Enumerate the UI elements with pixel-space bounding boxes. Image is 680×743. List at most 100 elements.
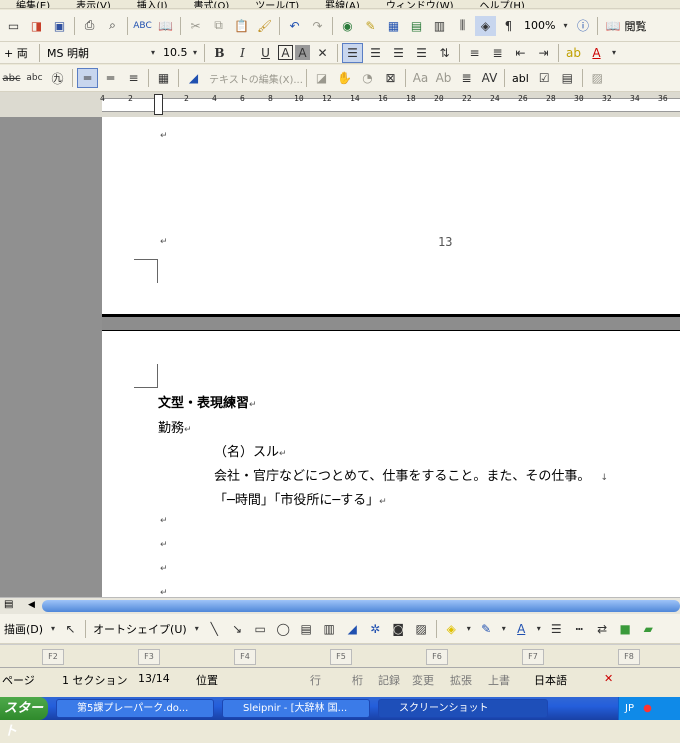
horizontal-scrollbar[interactable]: ▤ ◀ bbox=[0, 597, 680, 614]
line-spacing-icon[interactable]: ⇅ bbox=[434, 43, 455, 63]
indent-marker-icon[interactable] bbox=[154, 94, 163, 115]
phonetic-guide-icon[interactable]: ✕ bbox=[312, 43, 333, 63]
oval-tool-icon[interactable]: ◯ bbox=[273, 619, 294, 639]
text-field-label[interactable]: abl bbox=[508, 70, 533, 87]
font-size-select[interactable]: 10.5 bbox=[159, 44, 189, 61]
decrease-indent-icon[interactable]: ⇤ bbox=[510, 43, 531, 63]
fkey-f5[interactable]: F5 bbox=[330, 649, 352, 665]
status-ext[interactable]: 拡張 bbox=[450, 672, 472, 688]
line-color-icon[interactable]: ✎ bbox=[476, 619, 497, 639]
char-border-button[interactable]: A bbox=[278, 45, 293, 60]
chevron-down-icon[interactable]: ▾ bbox=[464, 619, 474, 639]
bullets-icon[interactable]: ≣ bbox=[487, 43, 508, 63]
align-right-icon[interactable]: ☰ bbox=[388, 43, 409, 63]
form-shading-icon[interactable]: ▨ bbox=[587, 68, 608, 88]
document-canvas[interactable]: ↵ ↵ 13 文型・表現練習↵ 勤務↵ （名）スル↵ 会社・官庁などにつとめて、… bbox=[0, 117, 680, 598]
research-icon[interactable]: 📖 bbox=[155, 16, 176, 36]
fill-color-icon[interactable]: ◈ bbox=[441, 619, 462, 639]
form-icon[interactable]: ▤ bbox=[557, 68, 578, 88]
textbox-tool-icon[interactable]: ▤ bbox=[296, 619, 317, 639]
reading-layout-icon[interactable]: 📖 bbox=[602, 16, 623, 36]
enclose-char-icon[interactable]: ㊈ bbox=[47, 68, 68, 88]
format-wordart-icon[interactable]: ✋ bbox=[334, 68, 355, 88]
picture-icon[interactable]: ▨ bbox=[411, 619, 432, 639]
task-sleipnir[interactable]: Sleipnir - [大辞林 国... bbox=[222, 699, 370, 718]
clipart-icon[interactable]: ◙ bbox=[388, 619, 409, 639]
rectangle-tool-icon[interactable]: ▭ bbox=[250, 619, 271, 639]
text-wrap-icon[interactable]: ⊠ bbox=[380, 68, 401, 88]
menu-format[interactable]: 書式(O) bbox=[194, 0, 230, 9]
columns-icon[interactable]: ▥ bbox=[429, 16, 450, 36]
wordart-icon[interactable]: ◢ bbox=[183, 68, 204, 88]
format-painter-icon[interactable]: 🖌 bbox=[254, 16, 275, 36]
strikethrough-icon[interactable]: abc bbox=[1, 68, 22, 88]
help-icon[interactable]: ⓘ bbox=[572, 16, 593, 36]
paste-icon[interactable]: 📋 bbox=[231, 16, 252, 36]
open-icon[interactable]: ◨ bbox=[26, 16, 47, 36]
chevron-down-icon[interactable]: ▾ bbox=[609, 43, 619, 63]
menu-help[interactable]: ヘルプ(H) bbox=[480, 0, 525, 9]
menu-table[interactable]: 罫線(A) bbox=[325, 0, 360, 9]
draw-menu[interactable]: 描画(D) bbox=[0, 620, 47, 637]
wordart-same-height-icon[interactable]: Aa bbox=[410, 68, 431, 88]
chevron-down-icon[interactable]: ▾ bbox=[48, 619, 58, 639]
wordart-shape-icon[interactable]: ◔ bbox=[357, 68, 378, 88]
chevron-down-icon[interactable]: ▾ bbox=[192, 619, 202, 639]
spelling-icon[interactable]: ABC bbox=[132, 16, 153, 36]
bold-button[interactable]: B bbox=[209, 43, 230, 63]
page-previous[interactable]: ↵ ↵ 13 bbox=[102, 117, 680, 317]
status-ovr[interactable]: 上書 bbox=[488, 672, 510, 688]
underline-button[interactable]: U bbox=[255, 43, 276, 63]
scroll-left-icon[interactable]: ◀ bbox=[28, 600, 35, 610]
chevron-down-icon[interactable]: ▾ bbox=[560, 16, 570, 36]
wordart-gallery-icon[interactable]: ◪ bbox=[311, 68, 332, 88]
chevron-down-icon[interactable]: ▾ bbox=[499, 619, 509, 639]
style-select[interactable]: + 両 bbox=[0, 44, 36, 61]
task-word-document[interactable]: 第5課プレーパーク.do... bbox=[56, 699, 214, 718]
checkbox-icon[interactable]: ☑ bbox=[534, 68, 555, 88]
italic-button[interactable]: I bbox=[232, 43, 253, 63]
textbox-edit-label[interactable]: テキストの編集(X)... bbox=[205, 70, 303, 87]
insert-excel-icon[interactable]: ▤ bbox=[406, 16, 427, 36]
start-button[interactable]: スタート bbox=[0, 697, 48, 739]
document-map-icon[interactable]: ◈ bbox=[475, 15, 496, 36]
view-mode-icon[interactable]: ▤ bbox=[4, 599, 13, 610]
line-weight-icon[interactable]: ☰ bbox=[546, 619, 567, 639]
horizontal-ruler[interactable]: 4 2 2 4 6 8 10 12 14 16 18 20 22 24 26 2… bbox=[0, 92, 680, 117]
show-hide-icon[interactable]: ¶ bbox=[498, 16, 519, 36]
scrollbar-thumb[interactable] bbox=[42, 600, 680, 612]
line-style-icon[interactable]: ═ bbox=[77, 68, 98, 88]
print-icon[interactable]: ⎙ bbox=[79, 16, 100, 36]
copy-icon[interactable]: ⧉ bbox=[208, 16, 229, 36]
wordart-insert-icon[interactable]: ◢ bbox=[342, 619, 363, 639]
select-objects-icon[interactable]: ↖ bbox=[60, 619, 81, 639]
line-tool-icon[interactable]: ╲ bbox=[204, 619, 225, 639]
line-triple-icon[interactable]: ≡ bbox=[123, 68, 144, 88]
undo-icon[interactable]: ↶ bbox=[284, 16, 305, 36]
fkey-f7[interactable]: F7 bbox=[522, 649, 544, 665]
line-double-icon[interactable]: ═ bbox=[100, 68, 121, 88]
char-shade-button[interactable]: A bbox=[295, 45, 310, 60]
font-color-button[interactable]: A bbox=[586, 43, 607, 63]
fkey-f4[interactable]: F4 bbox=[234, 649, 256, 665]
increase-indent-icon[interactable]: ⇥ bbox=[533, 43, 554, 63]
vertical-textbox-icon[interactable]: ▥ bbox=[319, 619, 340, 639]
font-name-select[interactable]: MS 明朝 bbox=[43, 44, 147, 61]
arrow-tool-icon[interactable]: ↘ bbox=[227, 619, 248, 639]
chevron-down-icon[interactable]: ▾ bbox=[534, 619, 544, 639]
status-rec[interactable]: 記録 bbox=[378, 672, 400, 688]
menu-view[interactable]: 表示(V) bbox=[76, 0, 111, 9]
char-spacing-icon[interactable]: AV bbox=[479, 68, 500, 88]
zoom-select[interactable]: 100% bbox=[520, 17, 559, 34]
align-center-icon[interactable]: ☰ bbox=[365, 43, 386, 63]
menu-tools[interactable]: ツール(T) bbox=[255, 0, 299, 9]
page-current[interactable]: 文型・表現練習↵ 勤務↵ （名）スル↵ 会社・官庁などにつとめて、仕事をすること… bbox=[102, 330, 680, 598]
reading-layout-label[interactable]: 閲覧 bbox=[624, 18, 646, 34]
menu-edit[interactable]: 編集(E) bbox=[16, 0, 50, 9]
status-trk[interactable]: 変更 bbox=[412, 672, 434, 688]
fkey-f3[interactable]: F3 bbox=[138, 649, 160, 665]
chevron-down-icon[interactable]: ▾ bbox=[190, 43, 200, 63]
tray-language[interactable]: JP bbox=[625, 703, 634, 714]
3d-style-icon[interactable]: ▰ bbox=[638, 619, 659, 639]
fkey-f8[interactable]: F8 bbox=[618, 649, 640, 665]
